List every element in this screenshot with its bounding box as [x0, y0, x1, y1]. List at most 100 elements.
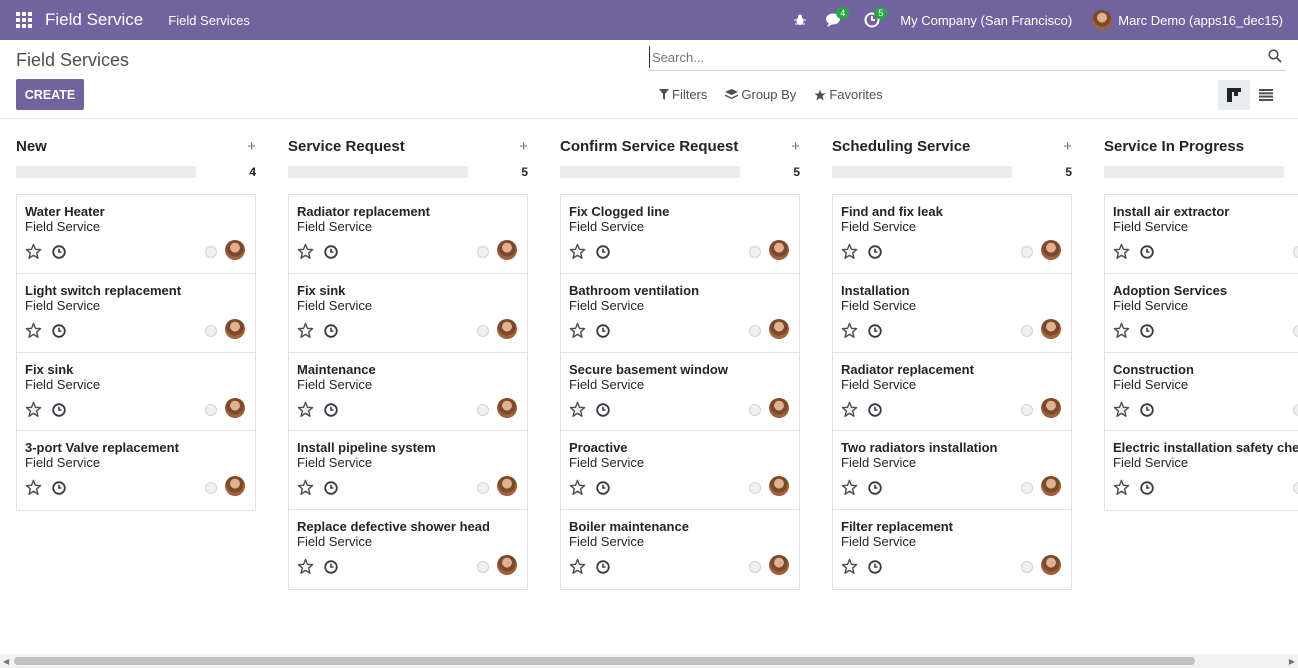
kanban-state-indicator[interactable]: [477, 482, 489, 495]
column-title[interactable]: Service In Progress: [1104, 138, 1244, 155]
column-title[interactable]: Confirm Service Request: [560, 138, 738, 155]
kanban-state-indicator[interactable]: [749, 561, 761, 574]
star-icon[interactable]: [25, 479, 42, 499]
search-icon[interactable]: [1268, 49, 1282, 63]
kanban-state-indicator[interactable]: [477, 403, 489, 416]
kanban-card[interactable]: Electric installation safety check Field …: [1105, 431, 1298, 511]
activity-clock-icon[interactable]: [1140, 481, 1154, 498]
activity-clock-icon[interactable]: [52, 402, 66, 420]
user-menu[interactable]: Marc Demo (apps16_dec15): [1092, 10, 1283, 30]
star-icon[interactable]: [297, 243, 314, 263]
kanban-card[interactable]: Radiator replacement Field Service: [833, 352, 1071, 432]
assignee-avatar[interactable]: [769, 476, 789, 499]
kanban-state-indicator[interactable]: [1021, 482, 1033, 495]
favorites-button[interactable]: Favorites: [814, 87, 883, 102]
star-icon[interactable]: [569, 322, 586, 342]
create-button[interactable]: CREATE: [16, 79, 84, 110]
star-icon[interactable]: [297, 401, 314, 421]
activity-clock-icon[interactable]: [52, 324, 66, 341]
assignee-avatar[interactable]: [497, 555, 517, 578]
column-title[interactable]: Service Request: [288, 138, 405, 155]
star-icon[interactable]: [1113, 479, 1130, 499]
star-icon[interactable]: [297, 479, 314, 499]
kanban-state-indicator[interactable]: [749, 324, 761, 337]
activity-clock-icon[interactable]: [1140, 324, 1154, 341]
kanban-card[interactable]: Secure basement window Field Service: [561, 352, 799, 432]
scroll-right-icon[interactable]: ▶: [1289, 657, 1295, 666]
kanban-state-indicator[interactable]: [1293, 403, 1298, 416]
star-icon[interactable]: [25, 401, 42, 421]
filters-button[interactable]: Filters: [659, 87, 707, 102]
activity-clock-icon[interactable]: [868, 560, 882, 577]
column-progress-bar[interactable]: [832, 166, 1012, 178]
assignee-avatar[interactable]: [1041, 555, 1061, 578]
kanban-state-indicator[interactable]: [477, 561, 489, 574]
star-icon[interactable]: [841, 243, 858, 263]
kanban-card[interactable]: Replace defective shower head Field Servi…: [289, 510, 527, 589]
scroll-left-icon[interactable]: ◀: [3, 657, 9, 666]
activity-clock-icon[interactable]: [596, 481, 610, 498]
activity-clock-icon[interactable]: [1140, 245, 1154, 262]
assignee-avatar[interactable]: [225, 476, 245, 499]
activity-clock-icon[interactable]: [324, 481, 338, 498]
kanban-state-indicator[interactable]: [749, 403, 761, 416]
kanban-card[interactable]: Water Heater Field Service: [17, 195, 255, 274]
star-icon[interactable]: [841, 479, 858, 499]
assignee-avatar[interactable]: [497, 476, 517, 499]
kanban-card[interactable]: Filter replacement Field Service: [833, 510, 1071, 589]
kanban-state-indicator[interactable]: [1293, 246, 1298, 258]
kanban-card[interactable]: Bathroom ventilation Field Service: [561, 273, 799, 353]
star-icon[interactable]: [569, 243, 586, 263]
kanban-state-indicator[interactable]: [1021, 246, 1033, 258]
list-view-button[interactable]: [1250, 80, 1282, 110]
kanban-state-indicator[interactable]: [205, 403, 217, 416]
kanban-card[interactable]: Two radiators installation Field Service: [833, 431, 1071, 511]
activity-clock-icon[interactable]: [868, 324, 882, 341]
kanban-card[interactable]: Boiler maintenance Field Service: [561, 510, 799, 589]
assignee-avatar[interactable]: [1041, 476, 1061, 499]
activity-clock-icon[interactable]: [324, 402, 338, 420]
kanban-card[interactable]: Install air extractor Field Service: [1105, 195, 1298, 274]
quick-create-plus-icon[interactable]: +: [791, 138, 800, 155]
star-icon[interactable]: [841, 558, 858, 578]
star-icon[interactable]: [569, 479, 586, 499]
search-input[interactable]: [649, 46, 1249, 68]
activity-clock-icon[interactable]: [324, 560, 338, 577]
star-icon[interactable]: [569, 558, 586, 578]
activity-clock-icon[interactable]: [868, 481, 882, 498]
assignee-avatar[interactable]: [769, 318, 789, 342]
kanban-card[interactable]: Fix Clogged line Field Service: [561, 195, 799, 274]
scrollbar-thumb[interactable]: [14, 657, 1195, 665]
assignee-avatar[interactable]: [225, 397, 245, 421]
kanban-card[interactable]: Proactive Field Service: [561, 431, 799, 511]
kanban-state-indicator[interactable]: [205, 246, 217, 258]
column-title[interactable]: New: [16, 138, 47, 155]
star-icon[interactable]: [25, 322, 42, 342]
assignee-avatar[interactable]: [1041, 240, 1061, 263]
kanban-state-indicator[interactable]: [1021, 561, 1033, 574]
debug-bug-icon[interactable]: [794, 0, 807, 40]
assignee-avatar[interactable]: [225, 318, 245, 342]
star-icon[interactable]: [297, 558, 314, 578]
star-icon[interactable]: [841, 322, 858, 342]
column-progress-bar[interactable]: [288, 166, 468, 178]
assignee-avatar[interactable]: [769, 397, 789, 421]
activity-clock-icon[interactable]: [596, 245, 610, 262]
kanban-state-indicator[interactable]: [205, 482, 217, 495]
kanban-card[interactable]: Maintenance Field Service: [289, 352, 527, 432]
kanban-card[interactable]: Installation Field Service: [833, 273, 1071, 353]
star-icon[interactable]: [25, 243, 42, 263]
kanban-state-indicator[interactable]: [1293, 324, 1298, 337]
horizontal-scrollbar[interactable]: ◀ ▶: [0, 654, 1298, 668]
kanban-state-indicator[interactable]: [205, 324, 217, 337]
kanban-card[interactable]: Find and fix leak Field Service: [833, 195, 1071, 274]
column-title[interactable]: Scheduling Service: [832, 138, 970, 155]
apps-menu-icon[interactable]: [16, 12, 32, 28]
activity-clock-icon[interactable]: [324, 324, 338, 341]
kanban-card[interactable]: Light switch replacement Field Service: [17, 273, 255, 353]
activity-clock-icon[interactable]: [52, 481, 66, 498]
assignee-avatar[interactable]: [497, 318, 517, 342]
assignee-avatar[interactable]: [497, 397, 517, 421]
kanban-state-indicator[interactable]: [477, 324, 489, 337]
kanban-card[interactable]: Fix sink Field Service: [289, 273, 527, 353]
